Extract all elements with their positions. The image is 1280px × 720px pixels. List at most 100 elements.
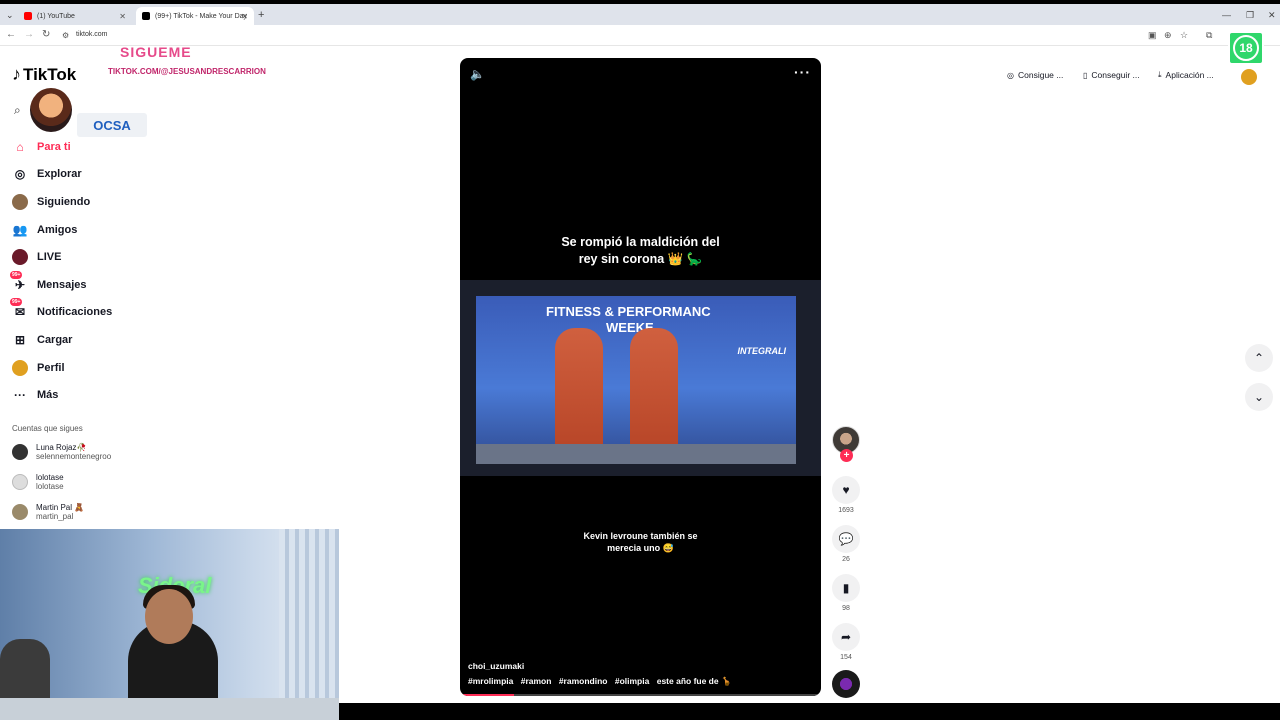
close-window-icon[interactable]: ✕: [1268, 10, 1276, 21]
hashtag[interactable]: #mrolimpia: [468, 676, 513, 686]
music-disc-icon[interactable]: [832, 670, 860, 698]
chevron-down-icon: ⌄: [1253, 390, 1265, 404]
extensions-icon[interactable]: ⧉: [1206, 30, 1212, 41]
sidebar-item-label: Explorar: [37, 168, 82, 181]
sidebar-item-label: Más: [37, 389, 59, 402]
minimize-icon[interactable]: —: [1222, 10, 1231, 20]
tiktok-logo[interactable]: ♪ TikTok: [12, 64, 76, 85]
share-button[interactable]: ➦ 154: [832, 623, 860, 661]
stream-overlay-sigueme: SIGUEME: [120, 44, 192, 60]
profile-icon: [12, 359, 28, 376]
friends-icon: 👥: [12, 222, 28, 237]
stage-floor: [476, 444, 796, 464]
get-app-link[interactable]: ▯ Conseguir ...: [1083, 70, 1140, 80]
following-account[interactable]: Martin Pal 🧸 martin_pal: [12, 503, 84, 521]
restore-icon[interactable]: ❐: [1246, 10, 1254, 21]
account-avatar: [12, 504, 28, 520]
notifications-badge: 99+: [10, 298, 23, 307]
bookmark-icon: ▮: [832, 574, 860, 602]
compass-icon: ◎: [14, 167, 26, 182]
sidebar-item-label: Para ti: [37, 140, 71, 153]
account-avatar: [12, 474, 28, 490]
more-options-icon[interactable]: ···: [794, 64, 811, 80]
reload-icon[interactable]: ↻: [42, 29, 50, 40]
user-avatar[interactable]: [1241, 69, 1257, 85]
previous-video-button[interactable]: ⌃: [1245, 344, 1273, 372]
site-info-icon[interactable]: ⚙: [62, 31, 69, 40]
following-account[interactable]: lolotase lolotase: [12, 473, 64, 491]
stream-bottom-bar: [339, 703, 1280, 720]
sidebar-item-mas[interactable]: ··· Más: [12, 381, 142, 409]
bookmark-star-icon[interactable]: ☆: [1180, 30, 1188, 41]
comment-icon: 💬: [832, 525, 860, 553]
following-section-title: Cuentas que sigues: [12, 424, 83, 433]
tab-list-icon[interactable]: ⌄: [6, 10, 14, 21]
search-icon[interactable]: ⌕: [14, 103, 21, 118]
sidebar-nav: ⌂ Para ti ◎ Explorar Siguiendo 👥 Amigos …: [10, 133, 142, 409]
account-username: martin_pal: [36, 512, 74, 521]
sidebar-item-cargar[interactable]: ⊞ Cargar: [12, 326, 142, 354]
forward-icon[interactable]: →: [24, 29, 34, 40]
install-app-icon[interactable]: ▣: [1148, 30, 1157, 41]
video-hashtags: #mrolimpia #ramon #ramondino #olimpia es…: [468, 676, 737, 687]
more-icon: ···: [14, 388, 26, 403]
messages-badge: 99+: [10, 270, 23, 279]
coin-icon: ◎: [1007, 70, 1014, 80]
hashtag[interactable]: #olimpia: [615, 676, 649, 686]
desktop-app-link[interactable]: ⤓ Aplicación ...: [1158, 70, 1214, 80]
stream-overlay-handle: TIKTOK.COM/@JESUSANDRESCARRION: [108, 67, 266, 76]
sidebar-item-siguiendo[interactable]: Siguiendo: [12, 188, 142, 216]
tab-tiktok[interactable]: (99+) TikTok - Make Your Day ✕: [136, 7, 254, 25]
sidebar-item-label: Amigos: [37, 223, 78, 236]
sidebar-item-amigos[interactable]: 👥 Amigos: [12, 216, 142, 244]
sidebar-item-label: Cargar: [37, 333, 73, 346]
phone-icon: ▯: [1083, 70, 1088, 80]
tiktok-logo-text: TikTok: [23, 64, 77, 84]
video-progress-bar[interactable]: [460, 694, 821, 696]
sidebar-item-explorar[interactable]: ◎ Explorar: [12, 161, 142, 189]
comment-count: 26: [842, 556, 850, 563]
desktop-app-label: Aplicación ...: [1165, 70, 1214, 80]
video-author[interactable]: choi_uzumaki: [468, 661, 524, 671]
browser-tab-bar: ⌄ (1) YouTube ✕ (99+) TikTok - Make Your…: [0, 4, 1280, 25]
sidebar-item-perfil[interactable]: Perfil: [12, 354, 142, 382]
new-tab-icon[interactable]: +: [258, 9, 264, 21]
sidebar-item-notificaciones[interactable]: ✉ 99+ Notificaciones: [10, 298, 142, 327]
account-username: selennemontenegroo: [36, 452, 112, 461]
hashtag[interactable]: #ramondino: [559, 676, 608, 686]
url-field[interactable]: tiktok.com: [76, 31, 108, 38]
sidebar-item-mensajes[interactable]: ✈ 99+ Mensajes: [10, 270, 142, 299]
home-icon: ⌂: [16, 139, 24, 154]
back-icon[interactable]: ←: [6, 29, 16, 40]
save-button[interactable]: ▮ 98: [832, 574, 860, 612]
sidebar-item-live[interactable]: LIVE: [12, 243, 142, 271]
sidebar-item-para-ti[interactable]: ⌂ Para ti: [12, 133, 142, 161]
hashtag[interactable]: #ramon: [521, 676, 552, 686]
age-18-text: 18: [1233, 35, 1259, 61]
next-video-button[interactable]: ⌄: [1245, 383, 1273, 411]
stage-screen-text: INTEGRALI: [737, 346, 787, 356]
zoom-icon[interactable]: ⊕: [1164, 30, 1172, 41]
tab-title: (99+) TikTok - Make Your Day: [155, 12, 248, 20]
get-coins-link[interactable]: ◎ Consigue ...: [1007, 70, 1063, 80]
close-tab-icon[interactable]: ✕: [119, 12, 126, 21]
comment-button[interactable]: 💬 26: [832, 525, 860, 563]
video-caption-line: rey sin corona 👑 🦕: [578, 252, 703, 266]
following-account[interactable]: Luna Rojaz🥀 selennemontenegroo: [12, 443, 111, 461]
account-name: lolotase: [36, 473, 64, 482]
tab-youtube[interactable]: (1) YouTube ✕: [18, 7, 132, 25]
video-caption-line: Se rompió la maldición del: [561, 235, 720, 249]
download-icon: ⤓: [1158, 70, 1162, 79]
like-button[interactable]: ♥ 1693: [832, 476, 860, 514]
sidebar-item-label: Notificaciones: [37, 306, 113, 319]
close-tab-icon[interactable]: ✕: [241, 12, 248, 21]
follow-plus-icon[interactable]: +: [840, 449, 853, 462]
share-count: 154: [840, 654, 852, 661]
video-progress-fill: [460, 694, 515, 696]
video-overlay-line: Kevin levroune también se: [583, 531, 698, 541]
video-player[interactable]: 🔈 ··· Se rompió la maldición del rey sin…: [460, 58, 821, 696]
stage-screen-text: FITNESS & PERFORMANC: [546, 304, 711, 319]
sidebar-item-label: Mensajes: [37, 278, 87, 291]
volume-icon[interactable]: 🔈: [470, 67, 485, 81]
bodybuilder-left: [555, 328, 603, 448]
